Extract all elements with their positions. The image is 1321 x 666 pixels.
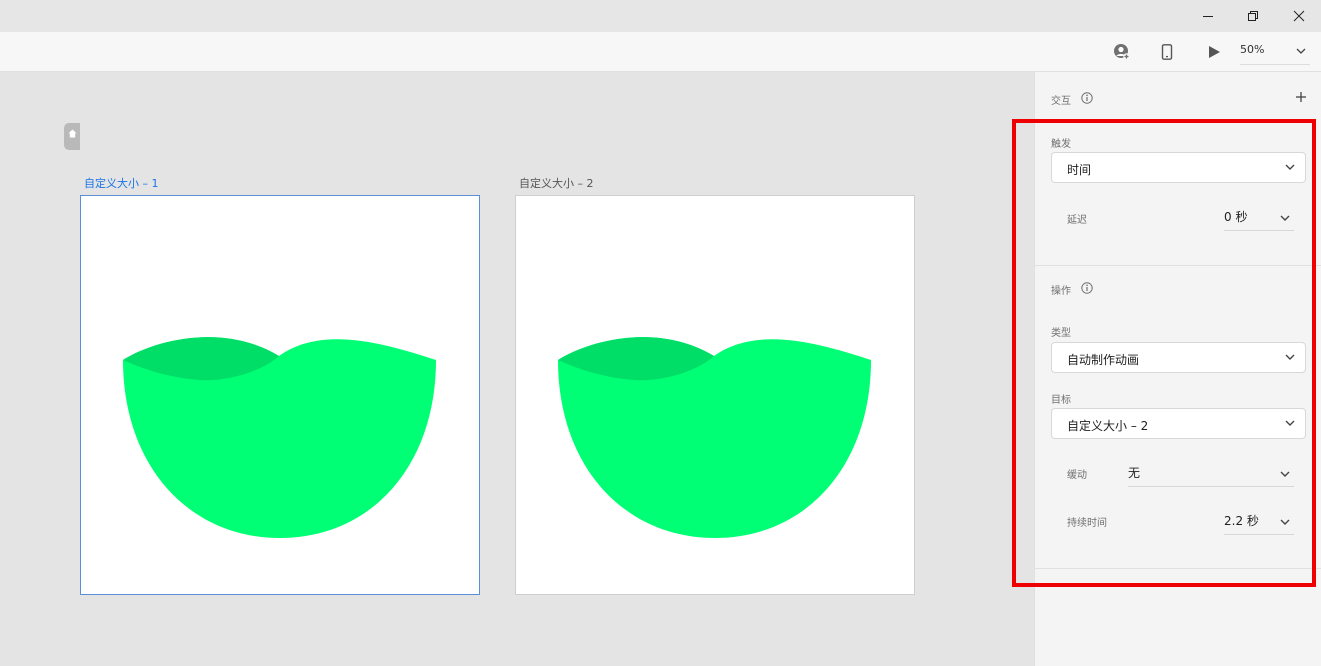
duration-value: 2.2 秒: [1224, 514, 1259, 528]
artboard-label-2[interactable]: 自定义大小 – 2: [519, 175, 594, 191]
play-icon: [1209, 46, 1220, 58]
zoom-value: 50%: [1240, 43, 1265, 56]
delay-value: 0 秒: [1224, 210, 1248, 224]
home-artboard-marker[interactable]: [64, 123, 80, 150]
add-interaction-icon[interactable]: [1295, 91, 1307, 103]
info-icon[interactable]: [1081, 92, 1093, 104]
play-button[interactable]: [1202, 40, 1226, 64]
chevron-down-icon: [1280, 519, 1290, 525]
trigger-value: 时间: [1067, 163, 1092, 177]
type-label: 类型: [1051, 328, 1071, 339]
close-icon: [1293, 10, 1305, 22]
chevron-down-icon: [1285, 164, 1295, 170]
chevron-down-icon: [1285, 420, 1295, 426]
target-label: 目标: [1051, 395, 1071, 406]
chevron-down-icon: [1280, 471, 1290, 477]
home-icon: [68, 129, 76, 138]
type-value: 自动制作动画: [1067, 353, 1140, 367]
interaction-title: 交互: [1051, 96, 1071, 107]
bowl-shape: [558, 337, 871, 538]
info-icon[interactable]: [1081, 282, 1093, 294]
trigger-label: 触发: [1051, 139, 1071, 150]
easing-value: 无: [1128, 466, 1141, 480]
artboard-1[interactable]: [80, 195, 480, 595]
easing-select[interactable]: 无: [1128, 462, 1294, 487]
duration-select[interactable]: 2.2 秒: [1224, 510, 1294, 535]
duration-label: 持续时间: [1067, 518, 1107, 529]
chevron-down-icon: [1280, 215, 1290, 221]
chevron-down-icon: [1296, 48, 1306, 54]
share-user-button[interactable]: [1110, 40, 1134, 64]
section-divider: [1035, 265, 1321, 266]
close-button[interactable]: [1276, 0, 1321, 32]
chevron-down-icon: [1285, 354, 1295, 360]
artboard-2[interactable]: [515, 195, 915, 595]
trigger-dropdown[interactable]: 时间: [1051, 152, 1306, 183]
mobile-preview-icon: [1161, 44, 1173, 60]
artboard-label-1[interactable]: 自定义大小 – 1: [84, 175, 159, 191]
toolbar: 50%: [0, 32, 1321, 72]
minimize-button[interactable]: [1185, 0, 1231, 32]
target-dropdown[interactable]: 自定义大小 – 2: [1051, 408, 1306, 439]
section-divider: [1035, 568, 1321, 569]
delay-select[interactable]: 0 秒: [1224, 206, 1294, 231]
minimize-icon: [1203, 16, 1213, 17]
interaction-panel: 交互 触发 时间 延迟 0 秒 操作 类型 自动制作动画 目标 自定义大小 – …: [1034, 72, 1321, 666]
restore-icon: [1248, 11, 1258, 21]
delay-label: 延迟: [1067, 215, 1087, 226]
bowl-shape: [123, 337, 436, 538]
action-title: 操作: [1051, 286, 1071, 297]
restore-button[interactable]: [1230, 0, 1276, 32]
target-value: 自定义大小 – 2: [1067, 419, 1149, 433]
share-user-icon: [1114, 44, 1130, 60]
easing-label: 缓动: [1067, 470, 1087, 481]
zoom-select[interactable]: 50%: [1240, 40, 1310, 65]
type-dropdown[interactable]: 自动制作动画: [1051, 342, 1306, 373]
title-bar: [0, 0, 1321, 32]
mobile-preview-button[interactable]: [1155, 40, 1179, 64]
